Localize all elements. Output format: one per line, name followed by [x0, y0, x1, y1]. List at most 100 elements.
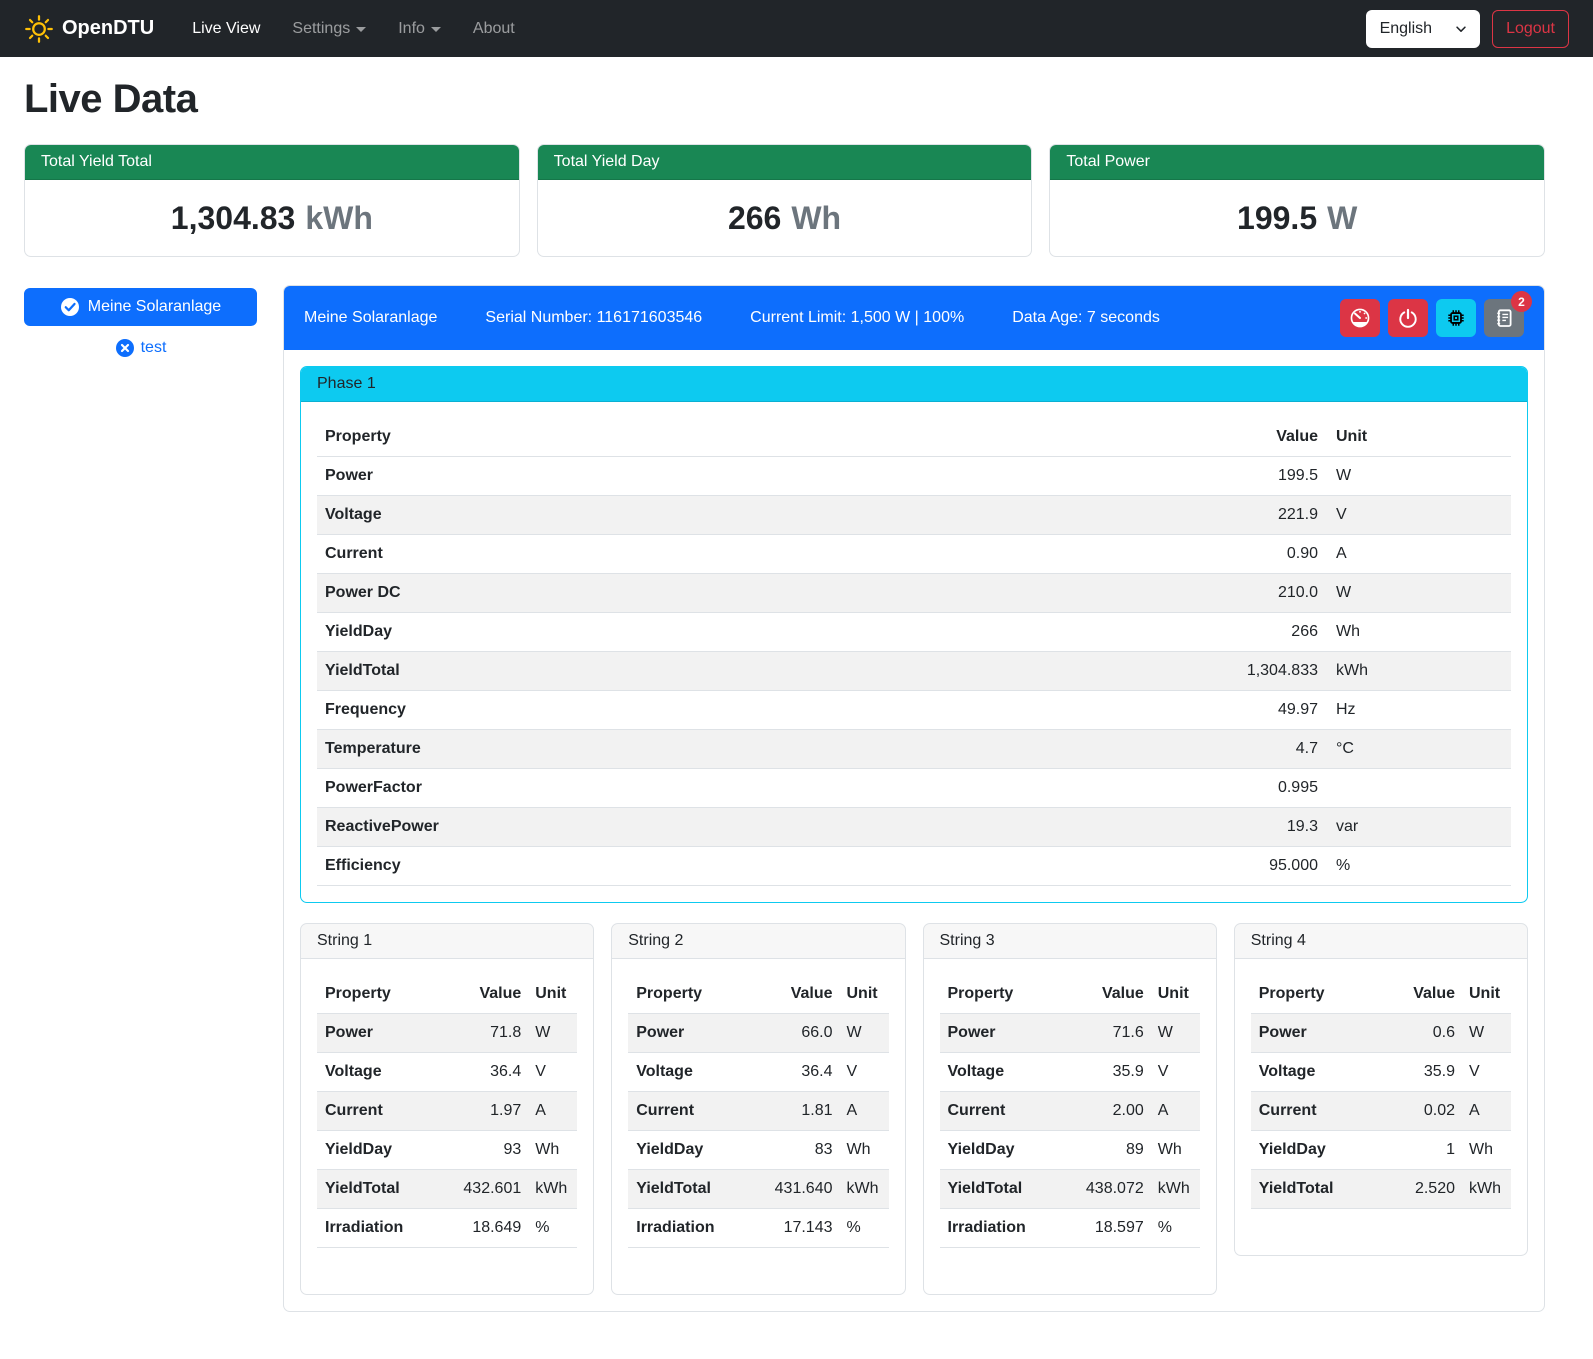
table-row: Current 1.97 A — [317, 1092, 577, 1131]
string-card-4: String 4 Property Value Unit — [1234, 923, 1528, 1256]
summary-card-title: Total Yield Day — [538, 145, 1032, 180]
table-header-row: Property Value Unit — [940, 975, 1200, 1014]
x-circle-icon — [115, 338, 135, 358]
table-row: Voltage 36.4 V — [317, 1053, 577, 1092]
caret-down-icon — [431, 27, 441, 32]
brand-label: OpenDTU — [62, 17, 154, 40]
summary-card-total-power: Total Power 199.5 W — [1049, 144, 1545, 257]
summary-value: 199.5 — [1237, 200, 1317, 237]
chevron-down-icon — [1454, 22, 1468, 36]
table-row: Voltage 36.4 V — [628, 1053, 888, 1092]
inverter-limit: Current Limit: 1,500 W | 100% — [750, 309, 964, 327]
string-card-2: String 2 Property Value Unit — [611, 923, 905, 1295]
summary-unit: W — [1327, 200, 1357, 237]
table-header-row: Property Value Unit — [628, 975, 888, 1014]
speedometer-icon — [1349, 307, 1371, 329]
table-row: YieldDay 83 Wh — [628, 1131, 888, 1170]
table-row: Current 0.02 A — [1251, 1092, 1511, 1131]
table-row: Irradiation 18.597 % — [940, 1209, 1200, 1248]
string-table: Property Value Unit Power 0.6 — [1251, 975, 1511, 1209]
table-row: Voltage 35.9 V — [1251, 1053, 1511, 1092]
summary-card-title: Total Power — [1050, 145, 1544, 180]
inverter-select-button[interactable]: Meine Solaranlage — [24, 288, 257, 326]
power-icon — [1397, 307, 1419, 329]
sun-logo-icon — [24, 14, 54, 44]
cpu-icon — [1445, 307, 1467, 329]
table-row: Current 1.81 A — [628, 1092, 888, 1131]
table-header-row: Property Value Unit — [317, 975, 577, 1014]
summary-card-total-yield-total: Total Yield Total 1,304.83 kWh — [24, 144, 520, 257]
inverter-card: Meine Solaranlage Serial Number: 1161716… — [283, 285, 1545, 1312]
table-header-row: Property Value Unit — [317, 418, 1511, 457]
logout-button[interactable]: Logout — [1492, 10, 1569, 48]
language-select[interactable]: English — [1366, 10, 1480, 48]
string-title: String 4 — [1235, 924, 1527, 959]
table-row: Current 0.90 A — [317, 535, 1511, 574]
table-row: Power 71.8 W — [317, 1014, 577, 1053]
table-row: YieldDay 93 Wh — [317, 1131, 577, 1170]
string-title: String 3 — [924, 924, 1216, 959]
event-count-badge: 2 — [1511, 291, 1532, 312]
string-card-1: String 1 Property Value Unit — [300, 923, 594, 1295]
nav-live-view[interactable]: Live View — [180, 12, 272, 46]
table-row: PowerFactor 0.995 — [317, 769, 1511, 808]
table-row: Power 199.5 W — [317, 457, 1511, 496]
inverter-serial: Serial Number: 116171603546 — [485, 309, 702, 327]
table-row: Current 2.00 A — [940, 1092, 1200, 1131]
string-table: Property Value Unit Power 66. — [628, 975, 888, 1248]
brand: OpenDTU — [24, 14, 154, 44]
limit-settings-button[interactable] — [1340, 299, 1380, 337]
table-row: Power 71.6 W — [940, 1014, 1200, 1053]
phase-panel: Phase 1 Property Value Unit — [300, 366, 1528, 903]
test-link-label: test — [141, 339, 167, 357]
table-row: YieldDay 266 Wh — [317, 613, 1511, 652]
language-value: English — [1380, 20, 1432, 38]
summary-unit: Wh — [791, 200, 841, 237]
inverter-data-age: Data Age: 7 seconds — [1012, 309, 1160, 327]
nav-settings[interactable]: Settings — [280, 12, 378, 46]
test-link[interactable]: test — [115, 338, 167, 358]
device-info-button[interactable] — [1436, 299, 1476, 337]
strings-row: String 1 Property Value Unit — [300, 923, 1528, 1295]
inverter-name: Meine Solaranlage — [304, 309, 437, 327]
table-row: Irradiation 18.649 % — [317, 1209, 577, 1248]
table-row: Power 0.6 W — [1251, 1014, 1511, 1053]
nav-about[interactable]: About — [461, 12, 527, 46]
table-row: ReactivePower 19.3 var — [317, 808, 1511, 847]
table-row: YieldTotal 432.601 kWh — [317, 1170, 577, 1209]
inverter-header: Meine Solaranlage Serial Number: 1161716… — [284, 286, 1544, 350]
table-row: Temperature 4.7 °C — [317, 730, 1511, 769]
table-row: YieldTotal 1,304.833 kWh — [317, 652, 1511, 691]
check-circle-icon — [60, 297, 80, 317]
nav-info[interactable]: Info — [386, 12, 453, 46]
phase-title: Phase 1 — [301, 367, 1527, 402]
table-row: Efficiency 95.000 % — [317, 847, 1511, 886]
power-button[interactable] — [1388, 299, 1428, 337]
table-row: Power 66.0 W — [628, 1014, 888, 1053]
string-title: String 2 — [612, 924, 904, 959]
event-log-button[interactable]: 2 — [1484, 299, 1524, 337]
table-header-row: Property Value Unit — [1251, 975, 1511, 1014]
string-table: Property Value Unit Power 71. — [940, 975, 1200, 1248]
table-row: Frequency 49.97 Hz — [317, 691, 1511, 730]
table-row: YieldTotal 438.072 kWh — [940, 1170, 1200, 1209]
table-row: Irradiation 17.143 % — [628, 1209, 888, 1248]
table-row: YieldTotal 431.640 kWh — [628, 1170, 888, 1209]
journal-icon — [1493, 307, 1515, 329]
table-row: YieldDay 89 Wh — [940, 1131, 1200, 1170]
string-table: Property Value Unit Power 71. — [317, 975, 577, 1248]
table-row: YieldTotal 2.520 kWh — [1251, 1170, 1511, 1209]
summary-unit: kWh — [305, 200, 373, 237]
summary-value: 1,304.83 — [171, 200, 296, 237]
table-row: Voltage 221.9 V — [317, 496, 1511, 535]
summary-card-title: Total Yield Total — [25, 145, 519, 180]
summary-card-total-yield-day: Total Yield Day 266 Wh — [537, 144, 1033, 257]
inverter-sidebar: Meine Solaranlage test — [24, 285, 257, 358]
string-title: String 1 — [301, 924, 593, 959]
caret-down-icon — [356, 27, 366, 32]
table-row: YieldDay 1 Wh — [1251, 1131, 1511, 1170]
phase-table: Property Value Unit Power 199.5 — [317, 418, 1511, 886]
summary-value: 266 — [728, 200, 781, 237]
navbar: OpenDTU Live View Settings Info About En… — [0, 0, 1593, 57]
summary-cards: Total Yield Total 1,304.83 kWh Total Yie… — [24, 144, 1545, 257]
